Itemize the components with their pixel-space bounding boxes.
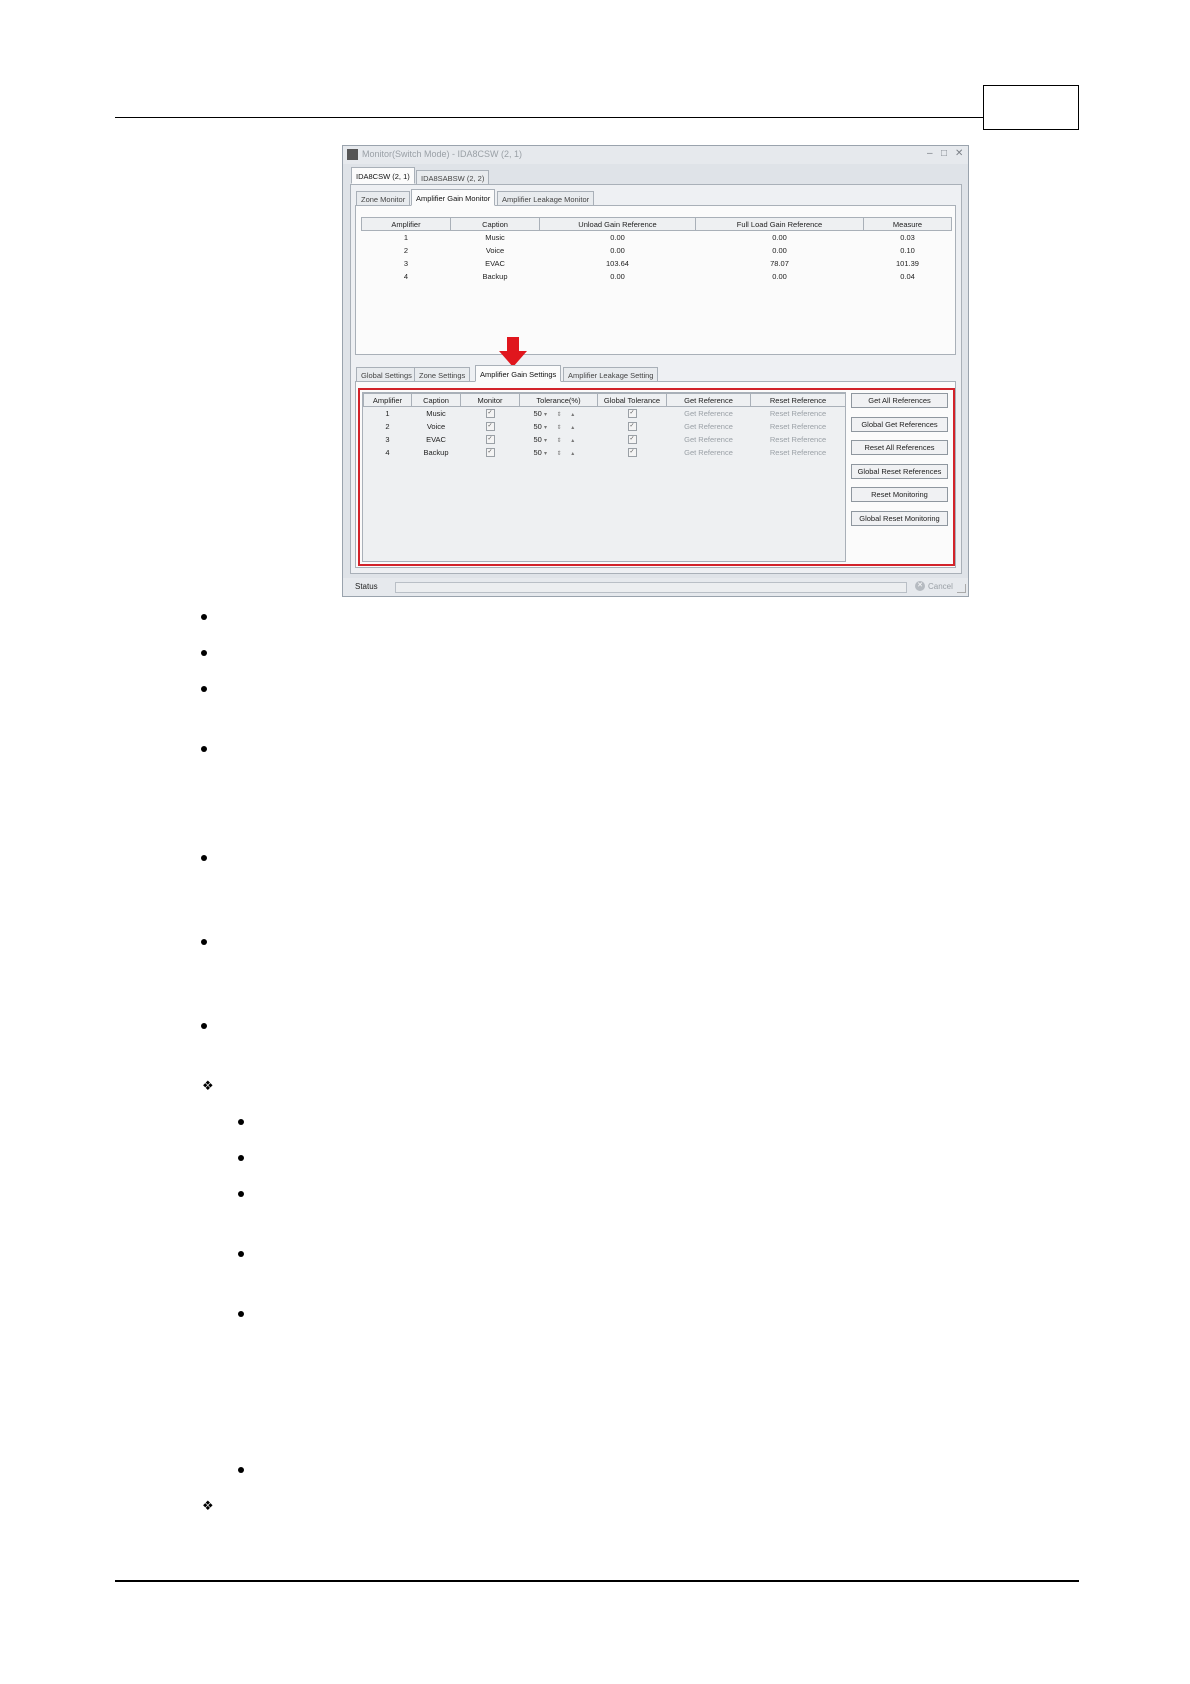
- cell: Music: [485, 233, 505, 242]
- diamond-bullet-icon: ❖: [202, 1498, 214, 1513]
- cell: EVAC: [485, 259, 505, 268]
- bullet-point: [238, 1251, 244, 1257]
- col-caption[interactable]: Caption: [450, 217, 540, 231]
- cell: 78.07: [770, 259, 789, 268]
- highlight-frame: [358, 388, 955, 566]
- table-row[interactable]: 2 Voice 0.00 0.00 0.10: [362, 244, 952, 257]
- bullet-point: [238, 1311, 244, 1317]
- col-unload-gain[interactable]: Unload Gain Reference: [539, 217, 696, 231]
- cancel-icon[interactable]: ✕: [915, 581, 925, 591]
- col-measure[interactable]: Measure: [863, 217, 952, 231]
- bullet-point: [238, 1155, 244, 1161]
- close-icon[interactable]: ✕: [955, 148, 963, 159]
- title-bar: Monitor(Switch Mode) - IDA8CSW (2, 1) – …: [343, 146, 968, 164]
- tab-device-ida8csw[interactable]: IDA8CSW (2, 1): [351, 167, 415, 184]
- bullet-point: [201, 614, 207, 620]
- cell: 0.00: [772, 246, 787, 255]
- col-amplifier[interactable]: Amplifier: [361, 217, 451, 231]
- tab-global-settings[interactable]: Global Settings: [356, 367, 417, 382]
- status-bar: Status ✕ Cancel: [343, 578, 968, 596]
- maximize-icon[interactable]: □: [941, 148, 947, 159]
- bullet-point: [201, 939, 207, 945]
- bullet-point: [201, 746, 207, 752]
- cell: 0.00: [610, 233, 625, 242]
- gain-monitor-table: Amplifier Caption Unload Gain Reference …: [361, 217, 952, 283]
- cell: Voice: [485, 246, 505, 255]
- bullet-point: [201, 855, 207, 861]
- cell: Backup: [482, 272, 508, 281]
- tab-zone-settings[interactable]: Zone Settings: [414, 367, 471, 382]
- tab-amplifier-gain-monitor[interactable]: Amplifier Gain Monitor: [411, 189, 496, 206]
- window-title: Monitor(Switch Mode) - IDA8CSW (2, 1): [362, 149, 523, 159]
- tab-amplifier-leakage-setting[interactable]: Amplifier Leakage Setting: [563, 367, 659, 382]
- status-label: Status: [355, 582, 378, 591]
- tab-zone-monitor[interactable]: Zone Monitor: [356, 191, 411, 206]
- app-icon: [347, 149, 358, 160]
- tab-device-ida8sabsw[interactable]: IDA8SABSW (2, 2): [416, 170, 490, 185]
- cell: 0.00: [610, 272, 625, 281]
- table-row[interactable]: 4 Backup 0.00 0.00 0.04: [362, 270, 952, 283]
- cell: 3: [403, 259, 409, 268]
- header-rule: [115, 117, 1079, 118]
- cell: 1: [403, 233, 409, 242]
- table-row[interactable]: 1 Music 0.00 0.00 0.03: [362, 231, 952, 245]
- cell: 0.04: [900, 272, 915, 281]
- cell: 0.00: [772, 233, 787, 242]
- page-number-box: [983, 85, 1079, 130]
- col-full-load-gain[interactable]: Full Load Gain Reference: [695, 217, 864, 231]
- progress-bar: [395, 582, 907, 593]
- cell: 101.39: [896, 259, 919, 268]
- footer-rule: [115, 1580, 1079, 1582]
- cell: 0.03: [900, 233, 915, 242]
- minimize-icon[interactable]: –: [927, 148, 933, 159]
- cell: 4: [403, 272, 409, 281]
- cancel-button[interactable]: Cancel: [928, 582, 953, 591]
- tab-amplifier-leakage-monitor[interactable]: Amplifier Leakage Monitor: [497, 191, 595, 206]
- tab-amplifier-gain-settings[interactable]: Amplifier Gain Settings: [475, 365, 562, 382]
- bullet-point: [201, 686, 207, 692]
- bullet-point: [238, 1191, 244, 1197]
- bullet-point: [238, 1119, 244, 1125]
- cell: 0.00: [772, 272, 787, 281]
- cell: 0.10: [900, 246, 915, 255]
- bullet-point: [201, 650, 207, 656]
- cell: 0.00: [610, 246, 625, 255]
- diamond-bullet-icon: ❖: [202, 1078, 214, 1093]
- table-row[interactable]: 3 EVAC 103.64 78.07 101.39: [362, 257, 952, 270]
- resize-grip-icon[interactable]: [957, 584, 966, 593]
- monitor-window: Monitor(Switch Mode) - IDA8CSW (2, 1) – …: [342, 145, 969, 597]
- bullet-point: [238, 1467, 244, 1473]
- bullet-point: [201, 1023, 207, 1029]
- cell: 2: [403, 246, 409, 255]
- cell: 103.64: [606, 259, 629, 268]
